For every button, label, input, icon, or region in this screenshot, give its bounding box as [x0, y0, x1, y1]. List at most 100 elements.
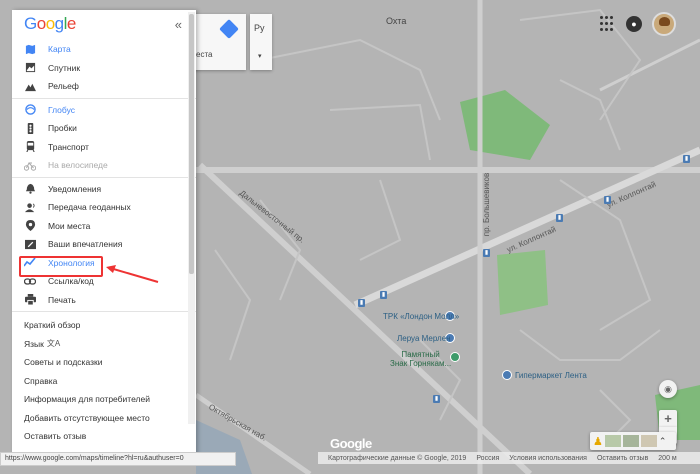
bus-stop-icon[interactable]: ▮: [604, 196, 611, 204]
apps-grid-icon[interactable]: [600, 16, 616, 32]
map-country[interactable]: Россия: [476, 455, 499, 462]
map-label-okhta: Охта: [386, 16, 407, 26]
poi-monument-icon[interactable]: [450, 352, 460, 362]
menu-item-satellite[interactable]: Спутник: [12, 59, 196, 78]
terrain-icon: [24, 80, 36, 92]
map-icon: [24, 43, 36, 55]
bus-stop-icon[interactable]: ▮: [683, 155, 690, 163]
bus-stop-icon[interactable]: ▮: [483, 249, 490, 257]
status-bar-url: https://www.google.com/maps/timeline?hl=…: [0, 452, 236, 466]
personal-section: Уведомления Передача геоданных Мои места…: [12, 178, 196, 312]
menu-item-bike[interactable]: На велосипеде: [12, 156, 196, 175]
link-add-place[interactable]: Добавить отсутствующее место: [12, 409, 196, 428]
bell-icon: [24, 183, 36, 195]
expand-icon[interactable]: ⌃: [659, 436, 667, 447]
layers-strip[interactable]: ♟ ⌃: [590, 432, 676, 450]
link-tour[interactable]: Краткий обзор: [12, 316, 196, 335]
map-feedback-link[interactable]: Оставить отзыв: [597, 455, 648, 462]
poi-monument-label[interactable]: Памятный Знак Горнякам...: [390, 350, 451, 368]
poi-lenta-label[interactable]: Гипермаркет Лента: [515, 371, 587, 380]
menu-item-label: Хронология: [48, 257, 95, 268]
sidebar-header: Google «: [12, 10, 196, 38]
search-box[interactable]: еста: [190, 14, 246, 70]
map-types-section: Карта Спутник Рельеф: [12, 38, 196, 99]
bus-stop-icon[interactable]: ▮: [556, 214, 563, 222]
park-area: [497, 250, 548, 315]
menu-item-transit[interactable]: Транспорт: [12, 138, 196, 157]
sidebar-scrollbar[interactable]: [188, 12, 195, 424]
satellite-icon: [24, 62, 36, 74]
bus-stop-icon[interactable]: ▮: [358, 299, 365, 307]
language-selector[interactable]: Ру ▾: [250, 14, 272, 70]
poi-mall-label[interactable]: ТРК «Лондон Молл»: [383, 312, 459, 321]
timeline-icon: [24, 257, 36, 269]
layers-section: Глобус Пробки Транспорт На велосипеде: [12, 99, 196, 178]
menu-item-print[interactable]: Печать: [12, 291, 196, 310]
contributions-icon: [24, 238, 36, 250]
avatar[interactable]: [652, 12, 676, 36]
menu-item-label: Рельеф: [48, 81, 79, 92]
menu-item-traffic[interactable]: Пробки: [12, 119, 196, 138]
zoom-in-button[interactable]: +: [659, 410, 677, 427]
menu-item-label: Уведомления: [48, 183, 102, 194]
annotation-arrow-icon: [106, 265, 159, 283]
bus-stop-icon[interactable]: ▮: [380, 291, 387, 299]
map-terms-link[interactable]: Условия использования: [509, 455, 587, 462]
link-icon: [24, 275, 36, 287]
link-help[interactable]: Справка: [12, 372, 196, 391]
map-google-logo: Google: [330, 436, 372, 451]
menu-item-label: Ссылка/код: [48, 276, 94, 287]
language-button[interactable]: Ру: [254, 23, 265, 33]
pin-icon: [24, 220, 36, 232]
bike-icon: [24, 159, 36, 171]
directions-icon[interactable]: [219, 19, 239, 39]
bus-stop-icon[interactable]: ▮: [433, 395, 440, 403]
poi-leroy-label[interactable]: Леруа Мерлен: [397, 334, 451, 343]
layer-thumb[interactable]: [604, 435, 621, 447]
map-scale[interactable]: 200 м: [658, 455, 676, 462]
menu-item-map[interactable]: Карта: [12, 40, 196, 59]
globe-icon: [24, 104, 36, 116]
menu-item-label: Карта: [48, 44, 71, 55]
traffic-icon: [24, 122, 36, 134]
transit-icon: [24, 141, 36, 153]
search-input-fragment[interactable]: еста: [196, 50, 212, 59]
menu-item-label: Ваши впечатления: [48, 239, 123, 250]
menu-item-label: Глобус: [48, 104, 75, 115]
menu-item-label: Печать: [48, 294, 76, 305]
menu-item-label: На велосипеде: [48, 160, 108, 171]
map-footer: Картографические данные © Google, 2019 Р…: [318, 452, 700, 464]
sidebar-menu: Google « Карта Спутник Рельеф Глобус Про…: [12, 10, 196, 460]
menu-item-label: Транспорт: [48, 141, 89, 152]
menu-item-terrain[interactable]: Рельеф: [12, 77, 196, 96]
notifications-icon[interactable]: ●: [626, 16, 642, 32]
menu-item-label: Мои места: [48, 220, 91, 231]
poi-lenta-icon[interactable]: [502, 370, 512, 380]
print-icon: [24, 294, 36, 306]
chevron-down-icon[interactable]: ▾: [258, 52, 262, 60]
layer-thumb[interactable]: [622, 435, 639, 447]
menu-item-label: Передача геоданных: [48, 202, 131, 213]
links-section: Краткий обзор Язык 文A Советы и подсказки…: [12, 312, 196, 446]
link-consumer-info[interactable]: Информация для потребителей: [12, 390, 196, 409]
menu-item-label: Спутник: [48, 62, 81, 73]
link-tips[interactable]: Советы и подсказки: [12, 353, 196, 372]
scrollbar-thumb[interactable]: [189, 14, 194, 274]
my-location-icon[interactable]: ◉: [659, 380, 677, 398]
link-language-label: Язык: [24, 338, 44, 349]
pegman-icon[interactable]: ♟: [593, 435, 603, 448]
map-label-bolshevikov: пр. Большевиков: [482, 172, 492, 237]
translate-icon: 文A: [46, 339, 61, 349]
map-copyright: Картографические данные © Google, 2019: [328, 454, 467, 462]
menu-item-contributions[interactable]: Ваши впечатления: [12, 235, 196, 254]
menu-item-location-sharing[interactable]: Передача геоданных: [12, 198, 196, 217]
collapse-sidebar-button[interactable]: «: [175, 17, 182, 32]
link-language[interactable]: Язык 文A: [12, 335, 196, 354]
location-sharing-icon: [24, 201, 36, 213]
google-logo: Google: [24, 14, 76, 33]
layer-thumb[interactable]: [640, 435, 657, 447]
link-feedback[interactable]: Оставить отзыв: [12, 427, 196, 446]
menu-item-notifications[interactable]: Уведомления: [12, 180, 196, 199]
menu-item-my-places[interactable]: Мои места: [12, 217, 196, 236]
menu-item-globe[interactable]: Глобус: [12, 101, 196, 120]
